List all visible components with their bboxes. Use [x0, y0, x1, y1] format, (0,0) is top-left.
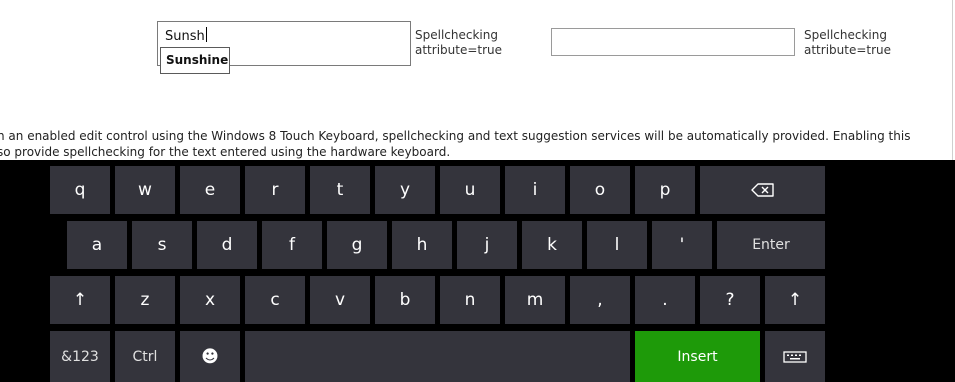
right-shift-key[interactable]: ↑ [765, 276, 825, 324]
key-u[interactable]: u [440, 166, 500, 214]
backspace-key[interactable] [700, 166, 825, 214]
spellcheck-input-1-value: Sunsh [165, 29, 205, 44]
touch-keyboard: q w e r t y u i o p a s d f g h j k l ' … [0, 160, 955, 382]
key-s[interactable]: s [132, 221, 192, 269]
spellcheck-label-1: Spellchecking attribute=true [415, 28, 503, 57]
key-p[interactable]: p [635, 166, 695, 214]
description-text: n an enabled edit control using the Wind… [0, 128, 955, 160]
key-y[interactable]: y [375, 166, 435, 214]
keyboard-icon [783, 350, 807, 363]
key-k[interactable]: k [522, 221, 582, 269]
key-q[interactable]: q [50, 166, 110, 214]
key-v[interactable]: v [310, 276, 370, 324]
key-n[interactable]: n [440, 276, 500, 324]
key-w[interactable]: w [115, 166, 175, 214]
key-a[interactable]: a [67, 221, 127, 269]
emoji-icon: ☻ [201, 346, 219, 367]
spellcheck-input-2[interactable] [551, 28, 795, 56]
symbols-key[interactable]: &123 [50, 331, 110, 382]
shift-arrow-icon: ↑ [72, 290, 88, 310]
space-key[interactable] [245, 331, 630, 382]
key-o[interactable]: o [570, 166, 630, 214]
key-h[interactable]: h [392, 221, 452, 269]
key-d[interactable]: d [197, 221, 257, 269]
key-e[interactable]: e [180, 166, 240, 214]
key-c[interactable]: c [245, 276, 305, 324]
spellcheck-label-2: Spellchecking attribute=true [804, 28, 892, 57]
key-z[interactable]: z [115, 276, 175, 324]
text-caret [205, 27, 207, 42]
insert-key[interactable]: Insert [635, 331, 760, 382]
key-r[interactable]: r [245, 166, 305, 214]
key-j[interactable]: j [457, 221, 517, 269]
key-l[interactable]: l [587, 221, 647, 269]
key-x[interactable]: x [180, 276, 240, 324]
keyboard-layout-key[interactable] [765, 331, 825, 382]
key-f[interactable]: f [262, 221, 322, 269]
emoji-key[interactable]: ☻ [180, 331, 240, 382]
key-m[interactable]: m [505, 276, 565, 324]
key-apostrophe[interactable]: ' [652, 221, 712, 269]
shift-arrow-icon: ↑ [787, 290, 803, 310]
app-content-area: Sunsh Sunshine Spellchecking attribute=t… [0, 0, 955, 160]
key-i[interactable]: i [505, 166, 565, 214]
description-line-1: n an enabled edit control using the Wind… [0, 129, 911, 143]
key-g[interactable]: g [327, 221, 387, 269]
key-question[interactable]: ? [700, 276, 760, 324]
text-suggestion-sunshine[interactable]: Sunshine [160, 47, 230, 74]
enter-key[interactable]: Enter [717, 221, 825, 269]
ctrl-key[interactable]: Ctrl [115, 331, 175, 382]
key-t[interactable]: t [310, 166, 370, 214]
key-b[interactable]: b [375, 276, 435, 324]
key-comma[interactable]: , [570, 276, 630, 324]
left-shift-key[interactable]: ↑ [50, 276, 110, 324]
key-period[interactable]: . [635, 276, 695, 324]
description-line-2: so provide spellchecking for the text en… [0, 145, 451, 159]
backspace-icon [750, 183, 775, 197]
